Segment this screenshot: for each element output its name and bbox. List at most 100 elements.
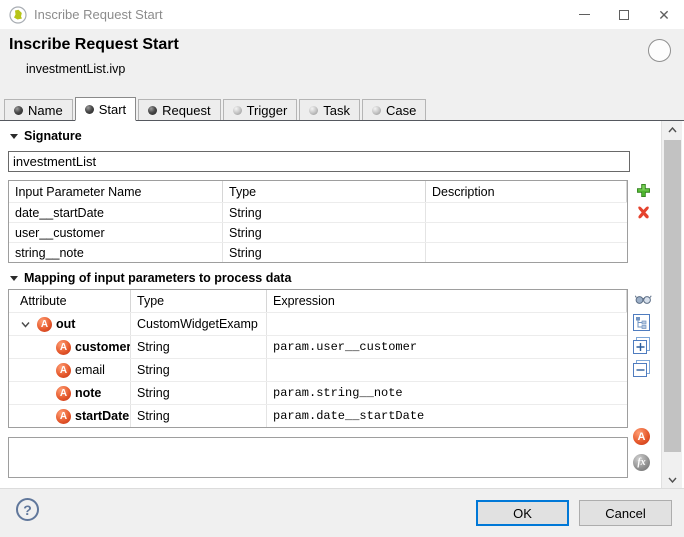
tab-empty-dot-icon [232, 105, 242, 115]
tab-trigger[interactable]: Trigger [222, 99, 298, 120]
tab-content-start: Signature Input Parameter Name Type Desc… [0, 121, 684, 488]
param-name: string__note [9, 243, 223, 262]
page-subtitle: investmentList.ivp [26, 62, 126, 76]
param-description [426, 243, 627, 262]
tab-task[interactable]: Task [299, 99, 361, 120]
mapping-row-startdate[interactable]: A startDate String param.date__startDate [9, 404, 627, 427]
column-header[interactable]: Expression [267, 290, 627, 312]
mapping-row-note[interactable]: A note String param.string__note [9, 381, 627, 404]
minimize-icon [578, 14, 590, 15]
mapping-table: Attribute Type Expression A out CustomWi… [8, 289, 628, 428]
tab-label: Name [28, 102, 63, 118]
input-parameters-table: Input Parameter Name Type Description da… [8, 180, 628, 263]
close-button[interactable]: ✕ [644, 0, 684, 29]
attribute-expression[interactable]: param.user__customer [267, 336, 627, 358]
window-title: Inscribe Request Start [34, 7, 163, 22]
tab-filled-dot-icon [14, 105, 23, 115]
vertical-scrollbar[interactable] [661, 121, 682, 488]
column-header[interactable]: Input Parameter Name [9, 181, 223, 202]
chevron-down-icon[interactable] [21, 321, 30, 328]
minimize-button[interactable] [564, 0, 604, 29]
window-controls: ✕ [564, 0, 684, 29]
attribute-icon: A [56, 408, 71, 424]
column-header[interactable]: Type [223, 181, 426, 202]
param-description [426, 203, 627, 222]
mapping-row-out[interactable]: A out CustomWidgetExamp [9, 312, 627, 335]
column-header[interactable]: Type [131, 290, 267, 312]
attribute-expression[interactable] [267, 313, 627, 335]
attribute-name: customer [75, 340, 131, 354]
tree-mode-button[interactable] [633, 314, 650, 331]
scrollbar-thumb[interactable] [664, 140, 681, 452]
attribute-icon: A [56, 385, 71, 401]
signature-section-header[interactable]: Signature [10, 129, 82, 143]
app-logo-icon [9, 5, 27, 24]
column-header[interactable]: Description [426, 181, 627, 202]
tab-label: Case [386, 102, 417, 118]
tab-label: Request [162, 102, 211, 118]
function-browser-button[interactable]: fx [633, 454, 650, 471]
attribute-type: CustomWidgetExamp [131, 313, 267, 335]
signature-name-input[interactable] [8, 151, 630, 172]
section-title: Signature [24, 129, 82, 143]
page-title: Inscribe Request Start [9, 36, 179, 53]
param-type: String [223, 243, 426, 262]
close-icon: ✕ [658, 6, 670, 23]
delete-parameter-button[interactable] [636, 205, 651, 220]
cancel-button[interactable]: Cancel [579, 500, 672, 526]
expression-editor[interactable] [8, 437, 628, 478]
expand-all-button[interactable] [633, 337, 650, 354]
tab-empty-dot-icon [372, 105, 382, 115]
tab-case[interactable]: Case [362, 99, 427, 120]
tab-name[interactable]: Name [4, 99, 73, 120]
attribute-expression[interactable]: param.string__note [267, 382, 627, 404]
tab-filled-dot-icon [148, 105, 158, 115]
tab-label: Task [323, 102, 351, 118]
attribute-icon: A [56, 339, 71, 355]
tab-empty-dot-icon [309, 105, 319, 115]
attribute-name: note [75, 386, 102, 400]
maximize-button[interactable] [604, 0, 644, 29]
table-row[interactable]: date__startDate String [9, 202, 627, 222]
attribute-icon: A [56, 362, 71, 378]
attribute-type: String [131, 336, 267, 358]
param-description [426, 223, 627, 242]
param-name: date__startDate [9, 203, 223, 222]
add-parameter-button[interactable] [636, 183, 651, 198]
chevron-down-icon [667, 477, 677, 483]
attribute-expression[interactable]: param.date__startDate [267, 405, 627, 427]
table-header-row: Attribute Type Expression [9, 290, 627, 312]
dialog-window: Inscribe Request Start ✕ Inscribe Reques… [0, 0, 684, 537]
title-bar: Inscribe Request Start ✕ [0, 0, 684, 29]
scroll-down-button[interactable] [662, 471, 682, 488]
table-row[interactable]: user__customer String [9, 222, 627, 242]
attribute-type: String [131, 405, 267, 427]
mapping-section-header[interactable]: Mapping of input parameters to process d… [10, 271, 291, 285]
collapse-all-button[interactable] [633, 360, 650, 377]
filter-visible-columns-icon[interactable] [635, 293, 652, 305]
scroll-up-button[interactable] [662, 121, 682, 138]
help-button[interactable]: ? [16, 498, 39, 521]
attribute-type: String [131, 382, 267, 404]
collapse-triangle-icon [10, 275, 18, 281]
ok-button[interactable]: OK [476, 500, 569, 526]
attribute-name: startDate [75, 409, 130, 423]
table-row[interactable]: string__note String [9, 242, 627, 262]
mapping-row-customer[interactable]: A customer String param.user__customer [9, 335, 627, 358]
dialog-header: Inscribe Request Start investmentList.iv… [0, 29, 684, 97]
tab-start[interactable]: Start [74, 97, 137, 121]
mapping-row-email[interactable]: A email String [9, 358, 627, 381]
attribute-expression[interactable] [267, 359, 627, 381]
param-name: user__customer [9, 223, 223, 242]
attribute-browser-button[interactable]: A [633, 428, 650, 445]
collapse-triangle-icon [10, 133, 18, 139]
column-header[interactable]: Attribute [9, 290, 131, 312]
param-type: String [223, 203, 426, 222]
attribute-type: String [131, 359, 267, 381]
attribute-name: email [75, 363, 105, 377]
tab-filled-dot-icon [84, 104, 94, 114]
tab-request[interactable]: Request [138, 99, 221, 120]
chevron-up-icon [667, 126, 677, 132]
tab-label: Trigger [246, 102, 288, 118]
attribute-name: out [56, 317, 76, 331]
